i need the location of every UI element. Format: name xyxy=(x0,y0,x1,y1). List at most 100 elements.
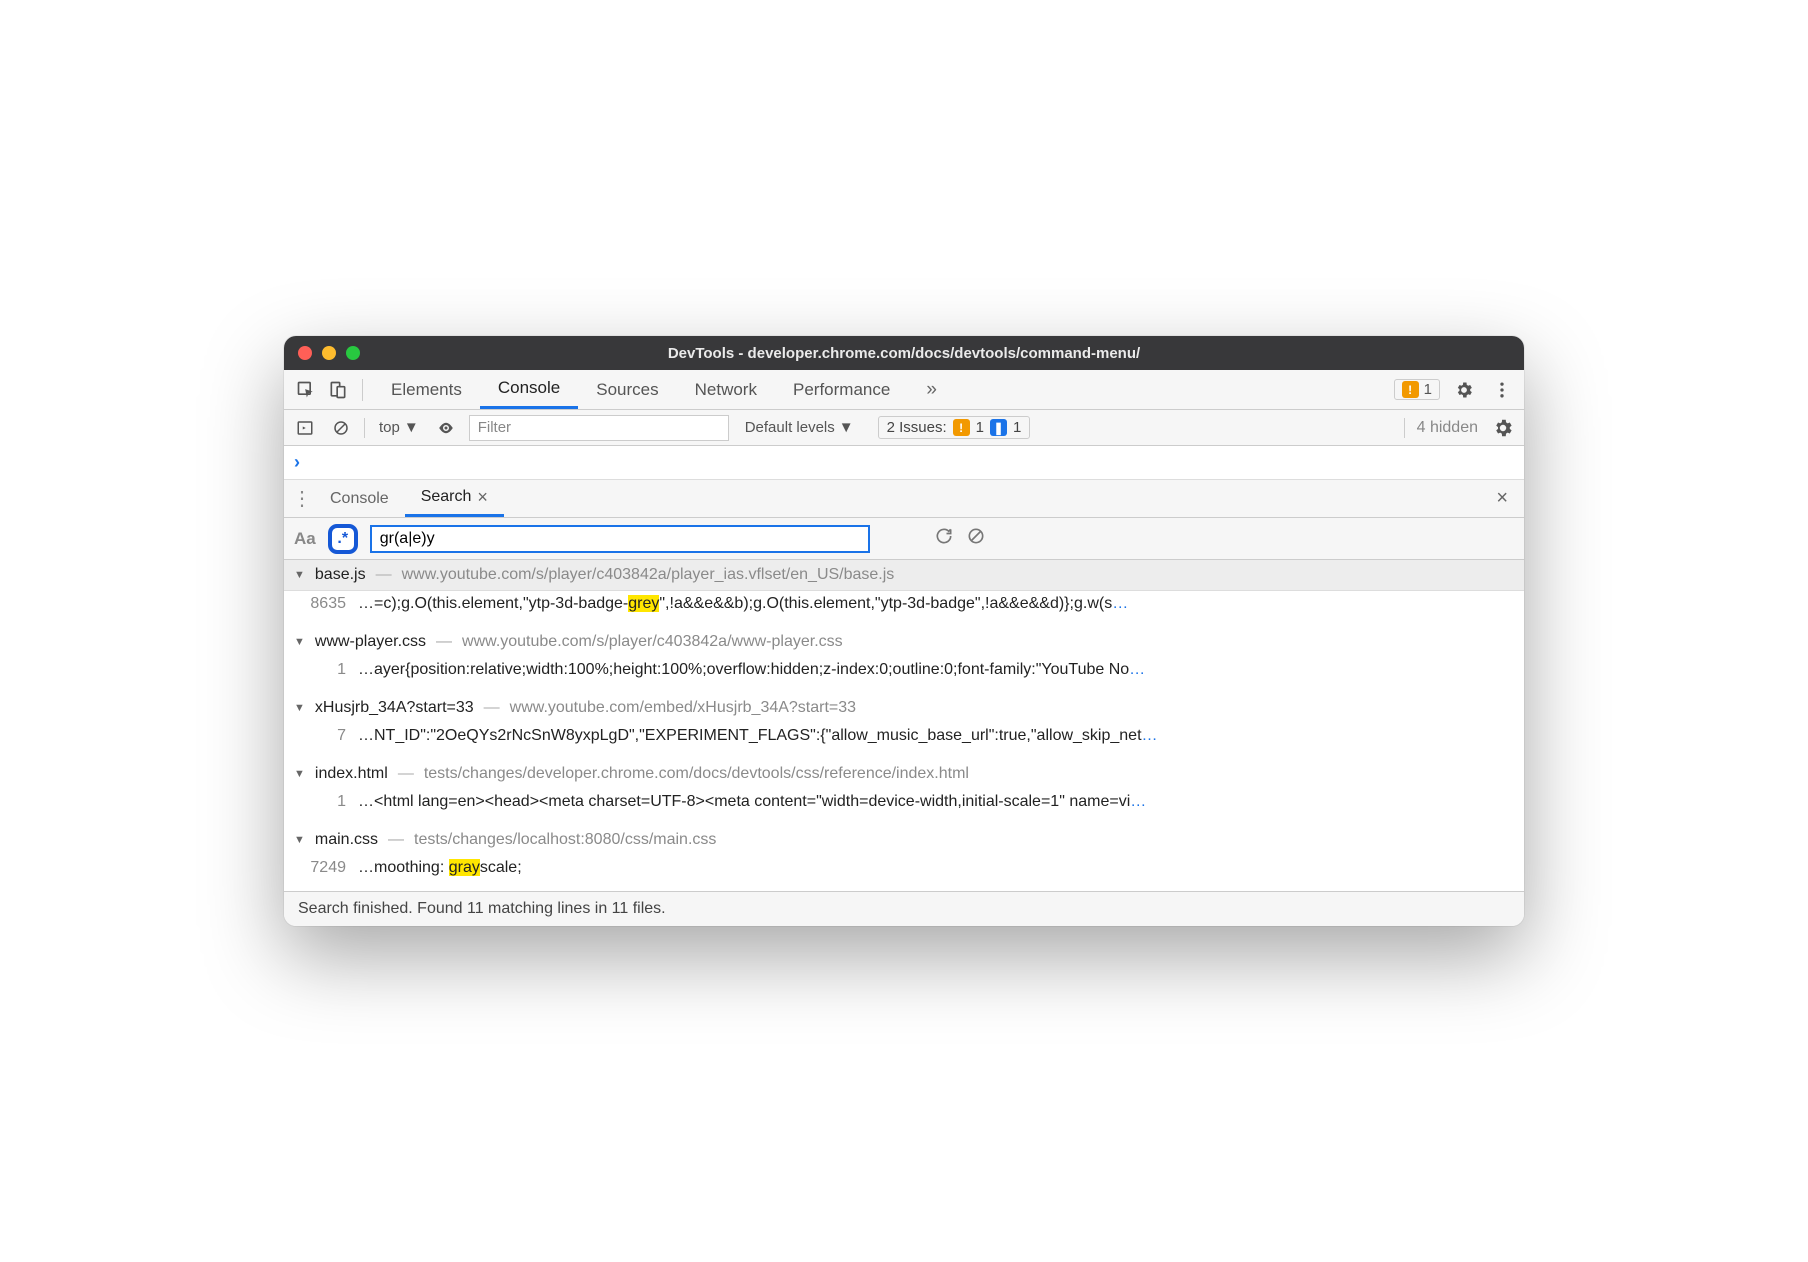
result-file-path: tests/changes/localhost:8080/css/main.cs… xyxy=(414,831,716,849)
tab-sources[interactable]: Sources xyxy=(578,370,676,409)
prompt-caret-icon: › xyxy=(294,452,300,473)
console-toolbar: top ▼ Filter Default levels ▼ 2 Issues: … xyxy=(284,410,1524,446)
hidden-messages-label[interactable]: 4 hidden xyxy=(1417,419,1478,437)
settings-icon[interactable] xyxy=(1450,376,1478,404)
result-line[interactable]: 8635…=c);g.O(this.element,"ytp-3d-badge-… xyxy=(284,591,1524,627)
truncation-ellipsis: … xyxy=(1142,727,1158,744)
errors-badge[interactable]: ! 1 xyxy=(1394,379,1440,400)
drawer-tab-search[interactable]: Search × xyxy=(405,480,504,517)
close-drawer-icon[interactable]: × xyxy=(1486,487,1518,510)
errors-count: 1 xyxy=(1424,381,1432,398)
result-line[interactable]: 1…ayer{position:relative;width:100%;heig… xyxy=(284,657,1524,693)
issues-info-count: 1 xyxy=(1013,419,1021,436)
result-file-name: main.css xyxy=(315,831,378,849)
line-number: 7249 xyxy=(298,859,346,877)
line-code: …moothing: grayscale; xyxy=(358,859,1514,877)
search-toolbar: Aa .* xyxy=(284,518,1524,560)
kebab-menu-icon[interactable] xyxy=(1488,376,1516,404)
sidebar-toggle-icon[interactable] xyxy=(292,419,318,437)
truncation-ellipsis: … xyxy=(1112,595,1128,612)
disclosure-triangle-icon: ▼ xyxy=(294,834,305,846)
truncation-ellipsis: … xyxy=(1129,661,1145,678)
line-code: …NT_ID":"2OeQYs2rNcSnW8yxpLgD","EXPERIME… xyxy=(358,727,1514,745)
issues-prefix: 2 Issues: xyxy=(887,419,947,436)
line-number: 1 xyxy=(298,793,346,811)
info-icon: ❚ xyxy=(990,419,1007,436)
chevron-down-icon: ▼ xyxy=(404,419,419,436)
chevron-down-icon: ▼ xyxy=(839,419,854,436)
regex-button[interactable]: .* xyxy=(328,524,358,554)
window-title: DevTools - developer.chrome.com/docs/dev… xyxy=(284,345,1524,362)
live-expression-icon[interactable] xyxy=(433,419,459,437)
tab-elements[interactable]: Elements xyxy=(373,370,480,409)
console-prompt[interactable]: › xyxy=(284,446,1524,480)
dash: — xyxy=(436,633,452,651)
disclosure-triangle-icon: ▼ xyxy=(294,569,305,581)
drawer-tabs: ⋮ Console Search × × xyxy=(284,480,1524,518)
disclosure-triangle-icon: ▼ xyxy=(294,702,305,714)
result-file-name: base.js xyxy=(315,566,366,584)
issues-warning-count: 1 xyxy=(976,419,984,436)
search-input[interactable] xyxy=(370,525,870,553)
line-code: …<html lang=en><head><meta charset=UTF-8… xyxy=(358,793,1514,811)
main-toolbar: Elements Console Sources Network Perform… xyxy=(284,370,1524,410)
result-file-name: xHusjrb_34A?start=33 xyxy=(315,699,474,717)
issues-badge[interactable]: 2 Issues: ! 1 ❚ 1 xyxy=(878,416,1031,439)
match-highlight: gray xyxy=(449,859,480,876)
result-line[interactable]: 7 …NT_ID":"2OeQYs2rNcSnW8yxpLgD","EXPERIM… xyxy=(284,723,1524,759)
error-icon: ! xyxy=(1402,381,1419,398)
divider xyxy=(1404,418,1405,438)
line-code: …ayer{position:relative;width:100%;heigh… xyxy=(358,661,1514,679)
divider xyxy=(362,379,363,401)
log-levels-select[interactable]: Default levels ▼ xyxy=(745,419,854,436)
inspect-element-icon[interactable] xyxy=(292,376,320,404)
match-highlight: grey xyxy=(628,595,659,612)
console-settings-icon[interactable] xyxy=(1490,417,1516,439)
refresh-icon[interactable] xyxy=(934,526,954,551)
panel-tabs: Elements Console Sources Network Perform… xyxy=(373,370,955,409)
result-file-header[interactable]: ▼ main.css — tests/changes/localhost:8080/c… xyxy=(284,825,1524,855)
result-file-path: www.youtube.com/s/player/c403842a/www-pl… xyxy=(462,633,843,651)
clear-console-icon[interactable] xyxy=(328,419,354,437)
status-bar: Search finished. Found 11 matching lines… xyxy=(284,891,1524,926)
filter-input[interactable]: Filter xyxy=(469,415,729,441)
toolbar-right: ! 1 xyxy=(1394,376,1516,404)
dash: — xyxy=(398,765,414,783)
result-file-header[interactable]: ▼ base.js — www.youtube.com/s/player/c40384… xyxy=(284,560,1524,591)
context-label: top xyxy=(379,419,400,436)
result-line[interactable]: 7249 …moothing: grayscale; xyxy=(284,855,1524,891)
line-code: …=c);g.O(this.element,"ytp-3d-badge-grey… xyxy=(358,595,1514,613)
search-results: ▼ base.js — www.youtube.com/s/player/c40384… xyxy=(284,560,1524,891)
tab-performance[interactable]: Performance xyxy=(775,370,908,409)
titlebar: DevTools - developer.chrome.com/docs/dev… xyxy=(284,336,1524,370)
device-toolbar-icon[interactable] xyxy=(324,376,352,404)
result-file-header[interactable]: ▼index.html—tests/changes/developer.chro… xyxy=(284,759,1524,789)
result-file-header[interactable]: ▼xHusjrb_34A?start=33—www.youtube.com/em… xyxy=(284,693,1524,723)
disclosure-triangle-icon: ▼ xyxy=(294,636,305,648)
context-select[interactable]: top ▼ xyxy=(375,419,423,436)
result-file-header[interactable]: ▼ www-player.css — www.youtube.com/s/player… xyxy=(284,627,1524,657)
dash: — xyxy=(484,699,500,717)
result-file-path: www.youtube.com/s/player/c403842a/player… xyxy=(402,566,895,584)
levels-label: Default levels xyxy=(745,419,835,436)
regex-icon: .* xyxy=(337,530,348,548)
tab-network[interactable]: Network xyxy=(677,370,775,409)
drawer-menu-icon[interactable]: ⋮ xyxy=(290,486,314,511)
result-file-path: tests/changes/developer.chrome.com/docs/… xyxy=(424,765,969,783)
result-file-name: www-player.css xyxy=(315,633,426,651)
clear-search-icon[interactable] xyxy=(966,526,986,551)
close-tab-icon[interactable]: × xyxy=(477,487,488,508)
filter-placeholder: Filter xyxy=(478,419,511,436)
dash: — xyxy=(376,566,392,584)
truncation-ellipsis: … xyxy=(1130,793,1146,810)
more-tabs-button[interactable]: » xyxy=(908,370,955,409)
drawer-tab-console[interactable]: Console xyxy=(314,480,405,517)
dash: — xyxy=(388,831,404,849)
line-number: 7 xyxy=(298,727,346,745)
result-file-name: index.html xyxy=(315,765,388,783)
result-line[interactable]: 1 …<html lang=en><head><meta charset=UTF-… xyxy=(284,789,1524,825)
warning-icon: ! xyxy=(953,419,970,436)
drawer-tab-search-label: Search xyxy=(421,488,472,506)
match-case-button[interactable]: Aa xyxy=(294,529,316,549)
tab-console[interactable]: Console xyxy=(480,370,578,409)
